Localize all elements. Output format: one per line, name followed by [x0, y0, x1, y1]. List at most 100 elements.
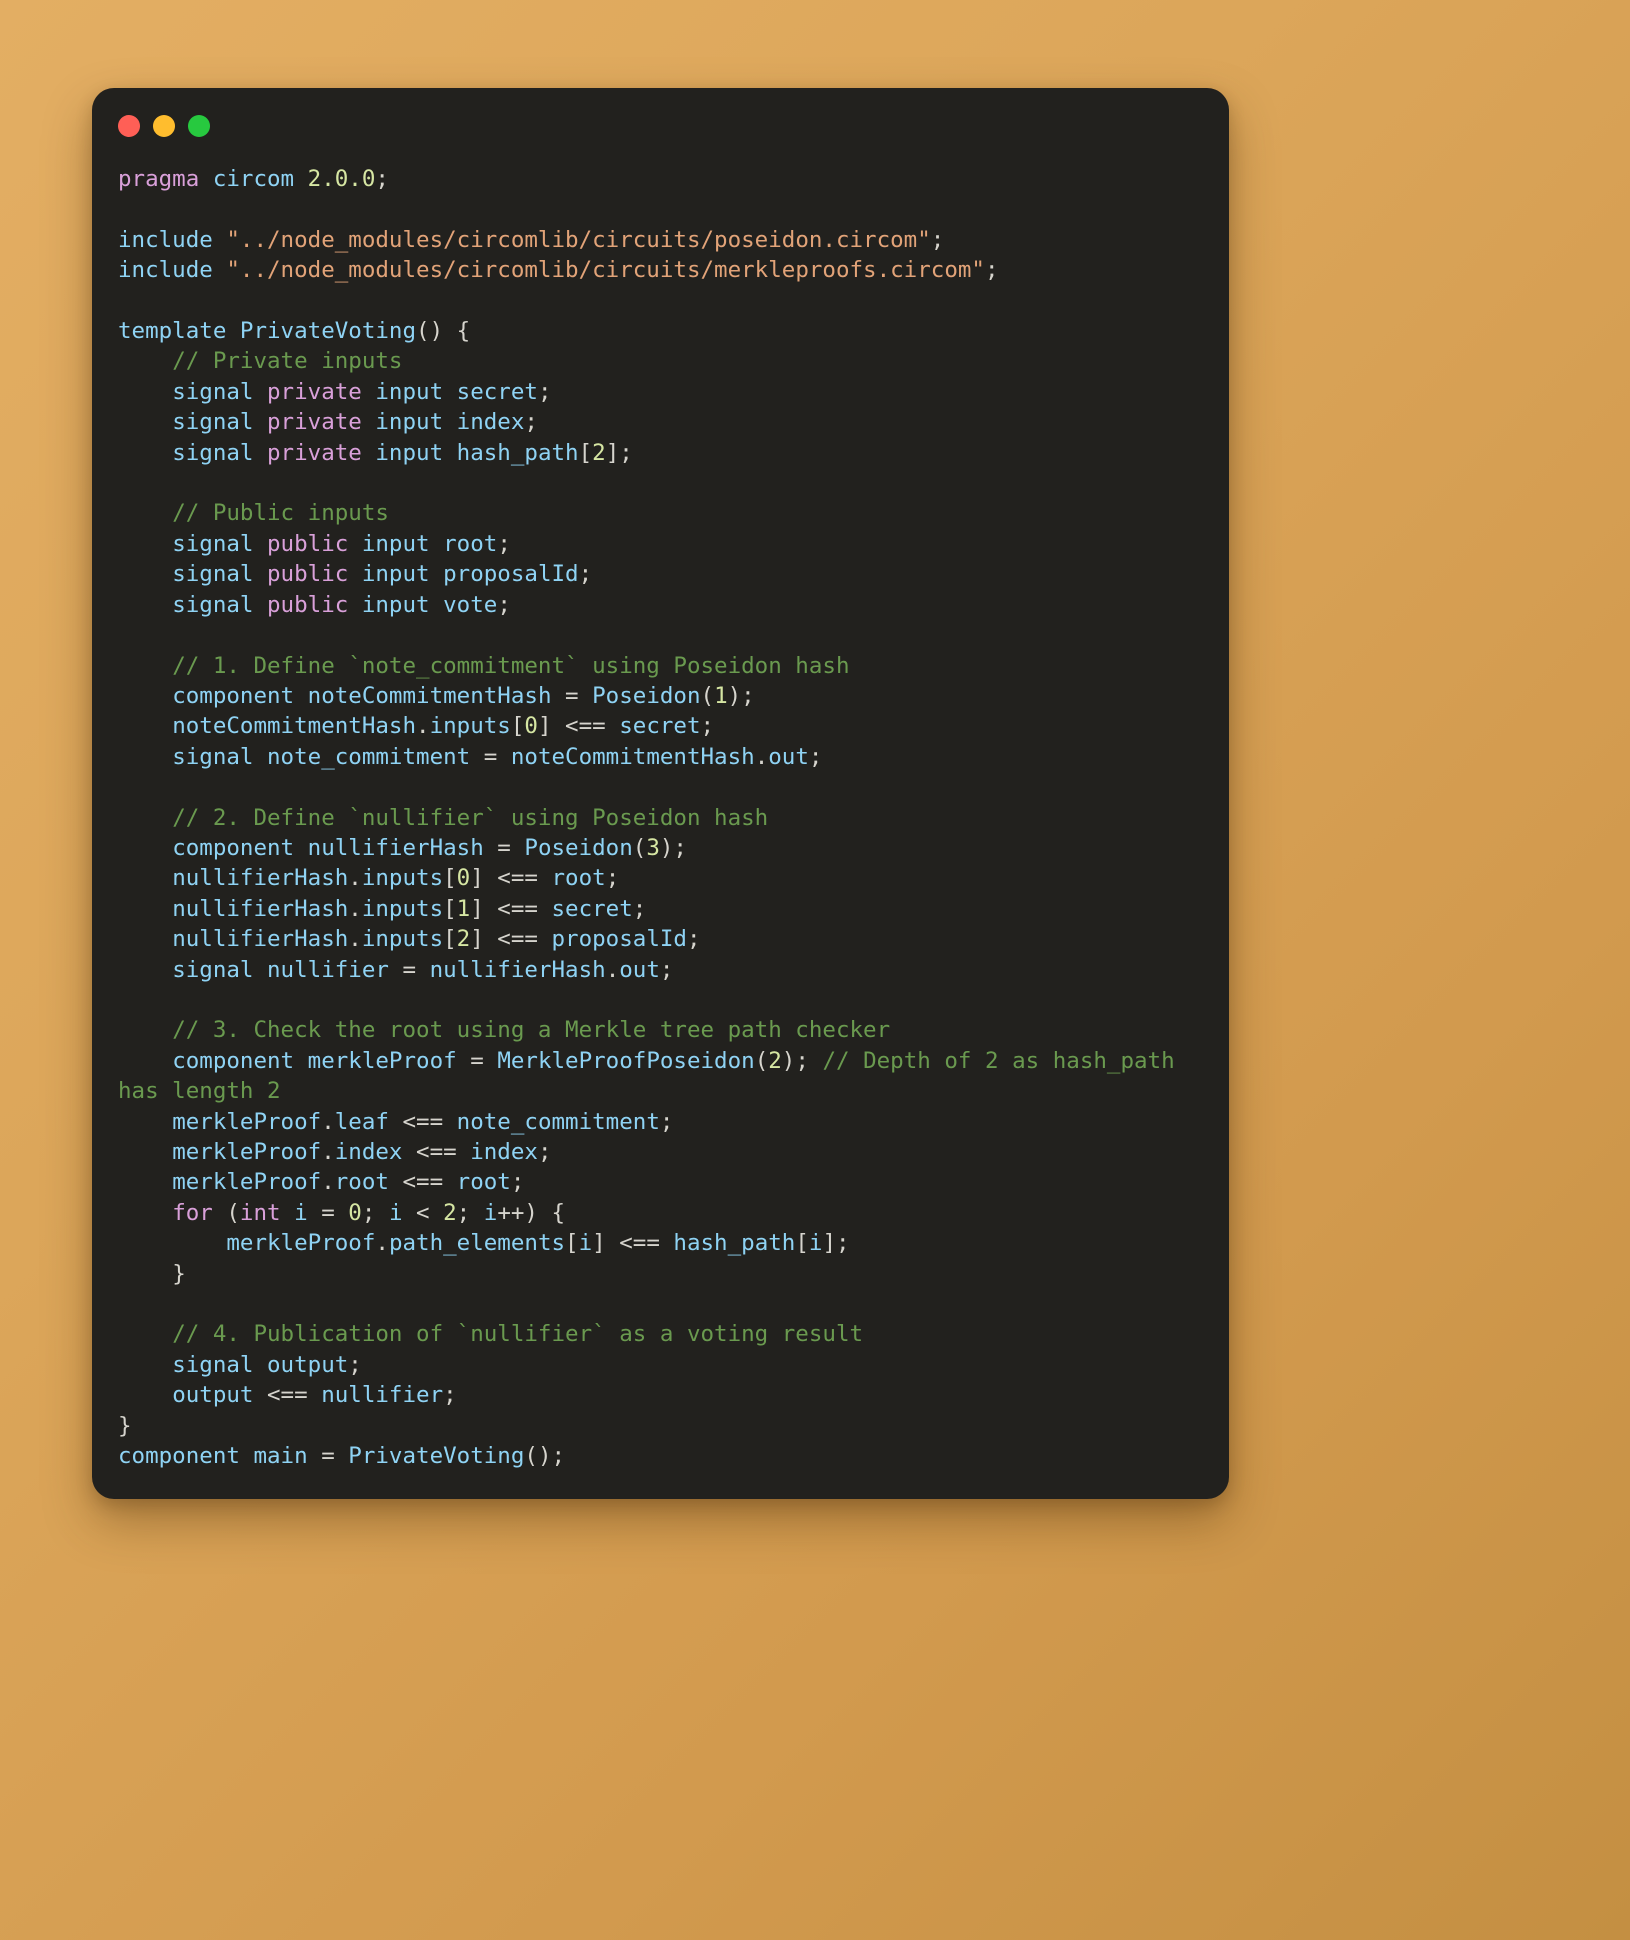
code-token-punc	[118, 409, 172, 435]
code-line: output <== nullifier;	[118, 1380, 1211, 1410]
code-token-id: noteCommitmentHash	[172, 713, 417, 740]
code-line: include "../node_modules/circomlib/circu…	[118, 225, 1211, 255]
close-button[interactable]	[118, 115, 140, 137]
code-token-id: component	[118, 1443, 240, 1470]
code-line: signal public input vote;	[118, 590, 1211, 620]
code-token-punc	[294, 1048, 308, 1074]
code-token-id: noteCommitmentHash	[307, 682, 552, 709]
code-token-punc: ] <==	[592, 1230, 674, 1257]
code-token-punc	[118, 957, 172, 983]
code-token-id: signal	[172, 1351, 254, 1378]
code-token-punc: ] <==	[470, 865, 552, 892]
code-token-punc: [	[443, 926, 457, 953]
code-token-punc: [	[795, 1230, 809, 1257]
code-token-id: merkleProof	[226, 1230, 376, 1257]
code-token-id: output	[267, 1351, 349, 1378]
code-line: nullifierHash.inputs[2] <== proposalId;	[118, 924, 1211, 954]
code-token-id: main	[253, 1443, 308, 1470]
code-token-id: i	[388, 1199, 403, 1226]
code-token-punc	[348, 531, 362, 557]
code-token-id: index	[456, 409, 525, 436]
code-token-punc: .	[321, 1169, 335, 1196]
code-line: merkleProof.root <== root;	[118, 1167, 1211, 1197]
code-token-punc	[348, 561, 362, 587]
code-token-punc	[118, 713, 172, 739]
code-token-punc	[118, 1139, 172, 1165]
code-line: nullifierHash.inputs[1] <== secret;	[118, 894, 1211, 924]
code-token-kw: for	[172, 1199, 213, 1226]
code-token-id: component	[172, 682, 295, 709]
code-token-id: note_commitment	[456, 1108, 660, 1135]
code-token-punc: ;	[808, 743, 823, 770]
code-token-punc	[213, 227, 227, 253]
code-token-id: signal	[172, 378, 254, 405]
code-token-punc: );	[659, 834, 687, 861]
code-line: }	[118, 1411, 1211, 1441]
code-token-id: i	[483, 1199, 498, 1226]
code-token-punc	[118, 1169, 172, 1195]
code-token-punc	[362, 379, 376, 405]
code-token-punc	[253, 531, 267, 557]
minimize-button[interactable]	[153, 115, 175, 137]
code-token-str: "../node_modules/circomlib/circuits/merk…	[226, 257, 985, 284]
code-token-punc	[118, 1382, 172, 1408]
code-line: include "../node_modules/circomlib/circu…	[118, 255, 1211, 285]
code-token-punc: ;	[348, 1351, 362, 1378]
code-token-id: signal	[172, 561, 254, 588]
code-token-punc: ;	[632, 895, 647, 922]
code-token-punc	[118, 653, 172, 679]
code-line: nullifierHash.inputs[0] <== root;	[118, 863, 1211, 893]
code-token-punc	[118, 500, 172, 526]
code-token-punc	[199, 166, 213, 192]
code-line: signal public input root;	[118, 529, 1211, 559]
code-token-punc: ;	[659, 1108, 674, 1135]
code-line: signal private input index;	[118, 407, 1211, 437]
code-line: merkleProof.leaf <== note_commitment;	[118, 1107, 1211, 1137]
code-token-num: 2	[768, 1047, 782, 1074]
code-token-punc	[118, 1017, 172, 1043]
code-token-id: nullifierHash	[172, 895, 349, 922]
code-token-punc: ;	[456, 1199, 484, 1226]
code-token-id: out	[619, 956, 660, 983]
code-token-com: // 3. Check the root using a Merkle tree…	[172, 1017, 891, 1044]
code-token-punc: =	[470, 743, 511, 770]
code-token-punc: () {	[416, 318, 471, 345]
code-token-kw: pragma	[118, 166, 200, 192]
code-line: // 1. Define `note_commitment` using Pos…	[118, 651, 1211, 681]
maximize-button[interactable]	[188, 115, 210, 137]
code-line: merkleProof.index <== index;	[118, 1137, 1211, 1167]
code-token-punc: =	[307, 1443, 349, 1470]
code-token-num: 1	[714, 682, 728, 709]
code-token-punc: (	[754, 1047, 769, 1074]
code-token-punc: ;	[686, 926, 701, 953]
code-token-punc: =	[483, 834, 525, 861]
code-token-punc	[443, 440, 457, 466]
code-line: component merkleProof = MerkleProofPosei…	[118, 1046, 1211, 1107]
code-token-punc	[118, 896, 172, 922]
code-token-str: "../node_modules/circomlib/circuits/pose…	[226, 226, 931, 253]
code-token-num: 1	[456, 895, 471, 922]
code-token-id: path_elements	[388, 1230, 566, 1257]
code-token-punc: .	[348, 865, 362, 892]
code-token-punc	[118, 348, 172, 374]
code-token-com: // Public inputs	[172, 500, 389, 527]
code-token-id: i	[808, 1230, 823, 1257]
code-line: // 4. Publication of `nullifier` as a vo…	[118, 1319, 1211, 1349]
code-token-punc: [	[578, 439, 593, 466]
code-token-kw: public	[267, 591, 349, 618]
code-block[interactable]: pragma circom 2.0.0; include "../node_mo…	[92, 164, 1229, 1471]
code-token-punc: <==	[388, 1108, 457, 1135]
code-token-id: input	[361, 530, 430, 557]
code-token-num: 2	[592, 439, 606, 466]
code-token-id: nullifier	[321, 1382, 444, 1409]
code-token-punc: .	[348, 895, 362, 922]
code-token-punc: ;	[984, 257, 999, 284]
code-line: signal note_commitment = noteCommitmentH…	[118, 742, 1211, 772]
code-token-id: root	[456, 1169, 511, 1196]
code-token-punc: );	[727, 682, 755, 709]
code-token-punc	[118, 1048, 172, 1074]
